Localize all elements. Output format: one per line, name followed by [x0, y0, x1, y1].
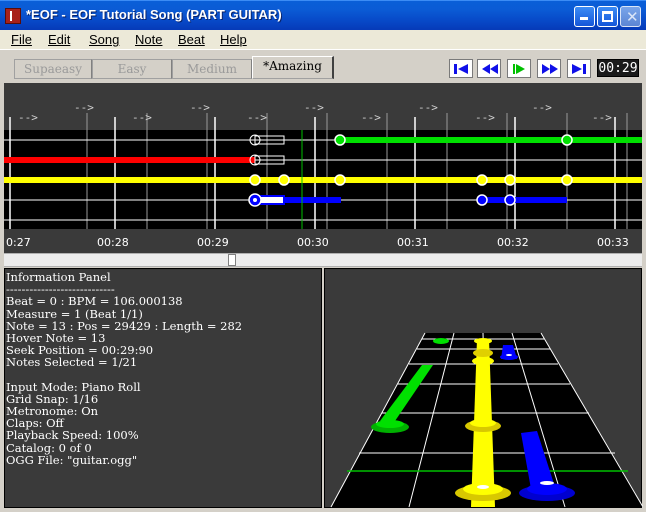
menu-edit[interactable]: Edit	[48, 32, 70, 47]
info-line: Measure = 1 (Beat 1/1)	[6, 306, 143, 321]
fast-forward-button[interactable]	[537, 59, 561, 78]
info-line	[6, 369, 321, 381]
minimize-icon	[580, 17, 588, 20]
skip-to-end-icon	[572, 64, 586, 74]
beat-marker: -->	[74, 101, 94, 114]
close-icon: ✕	[626, 8, 639, 26]
red-sustain[interactable]	[4, 157, 255, 163]
info-line: OGG File: "guitar.ogg"	[6, 452, 138, 467]
beat-marker: -->	[247, 111, 267, 124]
piano-roll-editor[interactable]: --> --> --> --> --> --> --> --> --> --> …	[4, 83, 642, 253]
time-label: 00:33	[597, 236, 629, 249]
menu-beat[interactable]: Beat	[178, 32, 205, 47]
play-icon	[513, 64, 525, 74]
time-label: 00:31	[397, 236, 429, 249]
blue-sustain[interactable]	[482, 197, 567, 203]
close-button[interactable]: ✕	[620, 6, 641, 27]
title-bar[interactable]: *EOF - EOF Tutorial Song (PART GUITAR) ✕	[0, 0, 646, 30]
skip-to-start-icon	[454, 64, 468, 74]
beat-marker: -->	[475, 111, 495, 124]
info-line: Playback Speed: 100%	[6, 428, 139, 443]
play-button[interactable]	[507, 59, 531, 78]
info-line: Beat = 0 : BPM = 106.000138	[6, 294, 183, 309]
time-label: 00:30	[297, 236, 329, 249]
tab-easy[interactable]: Easy	[92, 59, 172, 79]
timeline-scrollbar[interactable]	[4, 253, 642, 267]
menu-file[interactable]: File	[11, 32, 32, 47]
toolbar: Supaeasy Easy Medium *Amazing	[0, 50, 646, 83]
rewind-icon	[482, 64, 498, 74]
skip-to-end-button[interactable]	[567, 59, 591, 78]
app-icon[interactable]	[5, 8, 21, 24]
playback-time: 00:29	[597, 59, 639, 77]
tab-supaeasy[interactable]: Supaeasy	[14, 59, 92, 79]
beat-marker: -->	[190, 101, 210, 114]
menu-note[interactable]: Note	[135, 32, 162, 47]
maximize-button[interactable]	[597, 6, 618, 27]
menu-song[interactable]: Song	[89, 32, 119, 47]
maximize-icon	[602, 11, 613, 22]
tab-medium[interactable]: Medium	[172, 59, 252, 79]
menu-help[interactable]: Help	[220, 32, 247, 47]
beat-marker: -->	[304, 101, 324, 114]
rewind-button[interactable]	[477, 59, 501, 78]
yellow-lane[interactable]	[4, 177, 642, 183]
beat-marker: -->	[361, 111, 381, 124]
information-panel: Information Panel ----------------------…	[4, 268, 322, 508]
time-label: 00:28	[97, 236, 129, 249]
beat-marker: -->	[532, 101, 552, 114]
tab-amazing[interactable]: *Amazing	[252, 56, 334, 79]
menu-bar: File Edit Song Note Beat Help	[0, 30, 646, 50]
time-label: 00:32	[497, 236, 529, 249]
scrollbar-thumb[interactable]	[228, 254, 236, 266]
green-sustain[interactable]	[340, 137, 642, 143]
skip-to-start-button[interactable]	[449, 59, 473, 78]
time-label: 00:29	[197, 236, 229, 249]
time-label: 0:27	[6, 236, 31, 249]
beat-marker: -->	[132, 111, 152, 124]
fast-forward-icon	[542, 64, 558, 74]
info-line: Catalog: 0 of 0	[6, 440, 92, 455]
window-title: *EOF - EOF Tutorial Song (PART GUITAR)	[26, 7, 282, 22]
3d-preview	[324, 268, 643, 508]
beat-marker: -->	[418, 101, 438, 114]
info-line: Notes Selected = 1/21	[6, 355, 138, 370]
beat-marker: -->	[592, 111, 612, 124]
minimize-button[interactable]	[574, 6, 595, 27]
beat-marker: -->	[18, 111, 38, 124]
